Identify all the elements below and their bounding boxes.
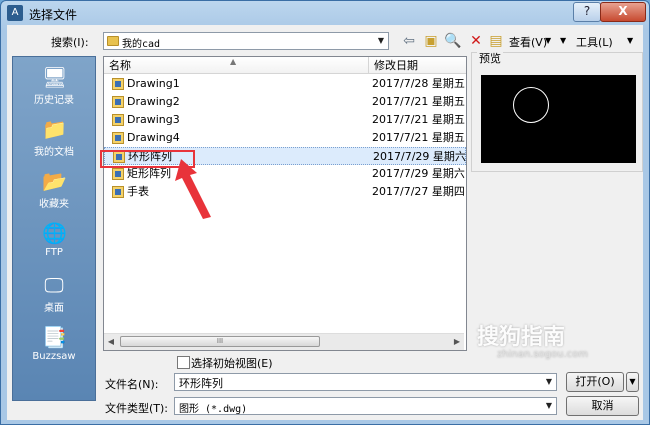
tools-menu[interactable]: 工具(L)	[576, 34, 613, 50]
place-desktop[interactable]: 🖵 桌面	[13, 271, 95, 319]
desktop-icon: 🖵	[44, 273, 64, 297]
watermark: 搜狗指南 zhinan.sogou.com	[477, 319, 637, 360]
folder-icon	[107, 36, 119, 46]
place-label: 桌面	[44, 303, 64, 314]
views-menu[interactable]: 查看(V)	[509, 34, 547, 50]
tools-chevron-icon[interactable]: ▼	[560, 36, 566, 45]
search-in-value: 我的cad	[122, 39, 161, 50]
place-history[interactable]: 🖥 历史记录	[13, 63, 95, 111]
file-date: 2017/7/29 星期六	[373, 150, 466, 163]
scroll-right-icon[interactable]: ▶	[450, 334, 464, 350]
file-row[interactable]: Drawing4 2017/7/21 星期五	[104, 129, 466, 147]
chevron-down-icon[interactable]: ▼	[542, 398, 556, 414]
file-date: 2017/7/27 星期四	[372, 185, 465, 198]
file-row[interactable]: Drawing3 2017/7/21 星期五	[104, 111, 466, 129]
dwg-file-icon	[112, 186, 124, 198]
horizontal-scrollbar[interactable]: ◀ III ▶	[104, 333, 464, 350]
watermark-text: 搜狗指南	[477, 325, 566, 350]
favorites-icon: 📂	[42, 169, 67, 193]
column-name-label: 名称	[109, 59, 131, 72]
search-in-combo[interactable]: 我的cad ▼	[103, 32, 389, 50]
dwg-file-icon	[112, 114, 124, 126]
sort-ascending-icon: ▲	[230, 57, 237, 66]
pointer-arrow-icon	[175, 159, 211, 219]
column-header-name[interactable]: ▲ 名称	[104, 57, 369, 74]
back-arrow-icon[interactable]: ⇦	[400, 32, 418, 50]
file-row[interactable]: Drawing1 2017/7/28 星期五	[104, 75, 466, 93]
file-name: Drawing4	[127, 131, 180, 144]
open-button[interactable]: 打开(O)	[566, 372, 624, 392]
place-buzzsaw[interactable]: 📑 Buzzsaw	[13, 323, 95, 371]
places-bar: 🖥 历史记录 📁 我的文档 📂 收藏夹 🌐 FTP 🖵 桌面 📑 Buzzsaw	[12, 56, 96, 401]
file-row[interactable]: Drawing2 2017/7/21 星期五	[104, 93, 466, 111]
file-date: 2017/7/29 星期六	[372, 167, 465, 180]
new-folder-icon[interactable]: ▤	[487, 32, 505, 50]
file-date: 2017/7/21 星期五	[372, 131, 465, 144]
delete-icon[interactable]: ✕	[467, 32, 485, 50]
history-icon: 🖥	[42, 65, 68, 89]
scroll-left-icon[interactable]: ◀	[104, 334, 118, 350]
close-button[interactable]: X	[600, 2, 646, 22]
place-documents[interactable]: 📁 我的文档	[13, 115, 95, 163]
title-bar[interactable]: A 选择文件 ? X	[1, 1, 649, 25]
file-date: 2017/7/21 星期五	[372, 95, 465, 108]
up-folder-icon[interactable]: ▣	[422, 32, 440, 50]
place-label: Buzzsaw	[32, 351, 76, 362]
window-title: 选择文件	[29, 8, 78, 22]
documents-icon: 📁	[42, 117, 67, 141]
cancel-button[interactable]: 取消	[566, 396, 639, 416]
file-date: 2017/7/21 星期五	[372, 113, 465, 126]
file-row[interactable]: 手表 2017/7/27 星期四	[104, 183, 466, 201]
ftp-icon: 🌐	[42, 221, 67, 245]
chevron-down-icon[interactable]: ▼	[542, 374, 556, 390]
file-name: Drawing2	[127, 95, 180, 108]
filename-value: 环形阵列	[179, 377, 223, 390]
place-label: 历史记录	[34, 95, 74, 106]
file-list[interactable]: ▲ 名称 修改日期 Drawing1 2017/7/28 星期五 Drawing…	[103, 56, 467, 351]
dwg-file-icon	[112, 132, 124, 144]
dialog-client-area: 搜索(I): 我的cad ▼ ⇦ ▣ 🔍 ✕ ▤ 查看(V) ▼ ▼ 工具(L)…	[7, 25, 643, 420]
column-header-date[interactable]: 修改日期	[369, 57, 466, 74]
file-date: 2017/7/28 星期五	[372, 77, 465, 90]
file-name: 手表	[127, 185, 149, 198]
place-favorites[interactable]: 📂 收藏夹	[13, 167, 95, 215]
scroll-thumb[interactable]: III	[120, 336, 320, 347]
filetype-combo[interactable]: 图形 (*.dwg) ▼	[174, 397, 557, 415]
open-options-chevron-icon[interactable]: ▼	[626, 372, 639, 392]
place-ftp[interactable]: 🌐 FTP	[13, 219, 95, 267]
select-file-dialog: A 选择文件 ? X 搜索(I): 我的cad ▼ ⇦ ▣ 🔍 ✕ ▤ 查看(V…	[0, 0, 650, 425]
filetype-label: 文件类型(T):	[105, 402, 169, 415]
preview-image	[481, 75, 636, 163]
initial-view-label: 选择初始视图(E)	[191, 357, 273, 370]
filename-combo[interactable]: 环形阵列 ▼	[174, 373, 557, 391]
place-label: 我的文档	[34, 147, 74, 158]
dwg-file-icon	[112, 78, 124, 90]
watermark-url: zhinan.sogou.com	[497, 349, 589, 360]
preview-circle-shape	[513, 87, 549, 123]
buzzsaw-icon: 📑	[42, 325, 67, 349]
search-in-label: 搜索(I):	[51, 36, 89, 49]
dwg-file-icon	[112, 96, 124, 108]
tools-chevron-down-icon[interactable]: ▼	[627, 36, 633, 45]
initial-view-checkbox[interactable]	[177, 356, 190, 369]
file-name: Drawing3	[127, 113, 180, 126]
search-icon[interactable]: 🔍	[444, 32, 462, 50]
place-label: FTP	[45, 247, 63, 258]
filename-label: 文件名(N):	[105, 378, 159, 391]
views-chevron-down-icon[interactable]: ▼	[545, 36, 551, 45]
file-name: Drawing1	[127, 77, 180, 90]
filetype-value: 图形 (*.dwg)	[179, 404, 248, 415]
autocad-app-icon: A	[7, 5, 23, 21]
dwg-file-icon	[112, 168, 124, 180]
help-button[interactable]: ?	[573, 2, 601, 22]
place-label: 收藏夹	[39, 199, 69, 210]
chevron-down-icon[interactable]: ▼	[374, 33, 388, 49]
preview-label: 预览	[477, 50, 503, 66]
